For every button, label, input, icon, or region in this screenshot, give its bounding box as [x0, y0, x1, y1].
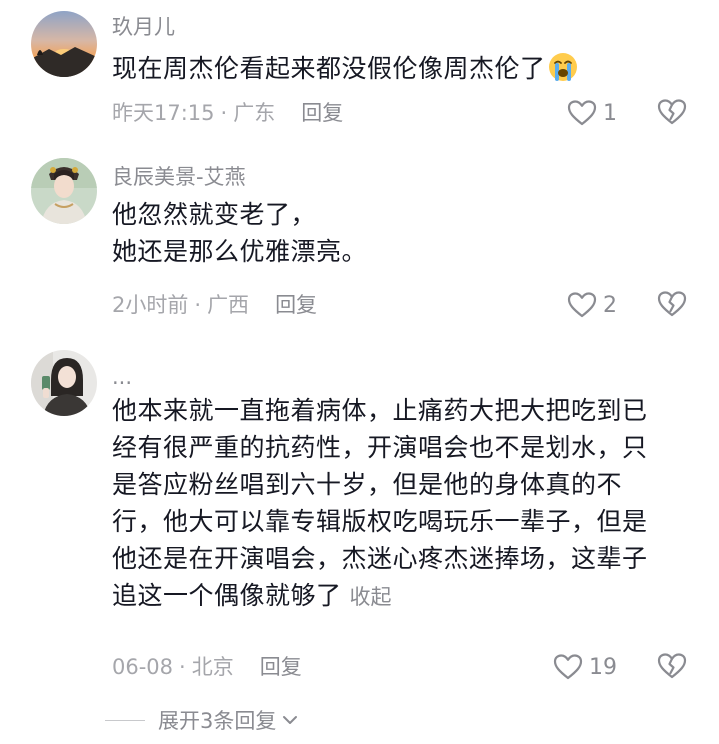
comment-meta: 昨天17:15 · 广东 回复: [112, 98, 343, 128]
reply-button[interactable]: 回复: [301, 101, 343, 125]
comment-text: 他本来就一直拖着病体，止痛药大把大把吃到已 经有很严重的抗药性，开演唱会也不是划…: [112, 392, 697, 616]
avatar[interactable]: [31, 350, 97, 416]
comment-username[interactable]: ...: [112, 364, 132, 390]
heart-icon: [567, 292, 597, 318]
comment-text-line: 行，他大可以靠专辑版权吃喝玩乐一辈子，但是: [112, 507, 648, 536]
chevron-down-icon: [283, 716, 298, 724]
avatar[interactable]: [31, 11, 97, 77]
avatar[interactable]: [31, 158, 97, 224]
dislike-button[interactable]: [657, 652, 687, 682]
expand-replies-button[interactable]: 展开3条回复: [105, 705, 298, 735]
dislike-button[interactable]: [657, 290, 687, 320]
expand-replies-label: 展开3条回复: [158, 709, 277, 733]
heart-icon: [553, 654, 583, 680]
comment-time: 2小时前: [112, 293, 189, 317]
dislike-button[interactable]: [657, 98, 687, 128]
meta-separator: ·: [194, 293, 202, 317]
comment-location: 北京: [191, 655, 234, 679]
meta-separator: ·: [220, 101, 228, 125]
meta-separator: ·: [179, 655, 186, 679]
like-count: 1: [603, 100, 617, 126]
comment-text-line: 现在周杰伦看起来都没假伦像周杰伦了: [112, 54, 546, 83]
like-button[interactable]: 1: [567, 96, 617, 130]
divider-line: [105, 719, 145, 721]
comment-text: 他忽然就变老了， 她还是那么优雅漂亮。: [112, 196, 697, 270]
comment-username[interactable]: 玖月儿: [112, 14, 175, 40]
comment-text-line: 他忽然就变老了，: [112, 200, 317, 229]
comment-location: 广西: [207, 293, 250, 317]
comment-text-line: 追这一个偶像就够了: [112, 581, 342, 610]
comment-text-line: 经有很严重的抗药性，开演唱会也不是划水，只: [112, 433, 648, 462]
collapse-button[interactable]: 收起: [350, 585, 392, 609]
comment-time: 06-08: [112, 655, 174, 679]
comment-text-line: 他还是在开演唱会，杰迷心疼杰迷捧场，这辈子: [112, 544, 648, 573]
comment-meta: 2小时前 · 广西 回复: [112, 290, 317, 320]
heart-icon: [567, 100, 597, 126]
broken-heart-icon: [657, 653, 687, 679]
broken-heart-icon: [657, 99, 687, 125]
comment-text-line: 他本来就一直拖着病体，止痛药大把大把吃到已: [112, 396, 648, 425]
comment-time: 昨天17:15: [112, 101, 215, 125]
comment-meta: 06-08 · 北京 回复: [112, 652, 302, 682]
reply-button[interactable]: 回复: [260, 655, 302, 679]
like-count: 2: [603, 292, 617, 318]
comment-text: 现在周杰伦看起来都没假伦像周杰伦了: [112, 50, 697, 92]
like-button[interactable]: 19: [553, 650, 617, 684]
like-count: 19: [589, 654, 617, 680]
loudly-crying-face-icon: [548, 52, 578, 92]
broken-heart-icon: [657, 291, 687, 317]
like-button[interactable]: 2: [567, 288, 617, 322]
comment-username[interactable]: 良辰美景-艾燕: [112, 164, 246, 190]
comment-location: 广东: [233, 101, 276, 125]
reply-button[interactable]: 回复: [275, 293, 317, 317]
comment-text-line: 她还是那么优雅漂亮。: [112, 237, 368, 266]
comment-text-line: 是答应粉丝唱到六十岁，但是他的身体真的不: [112, 470, 623, 499]
